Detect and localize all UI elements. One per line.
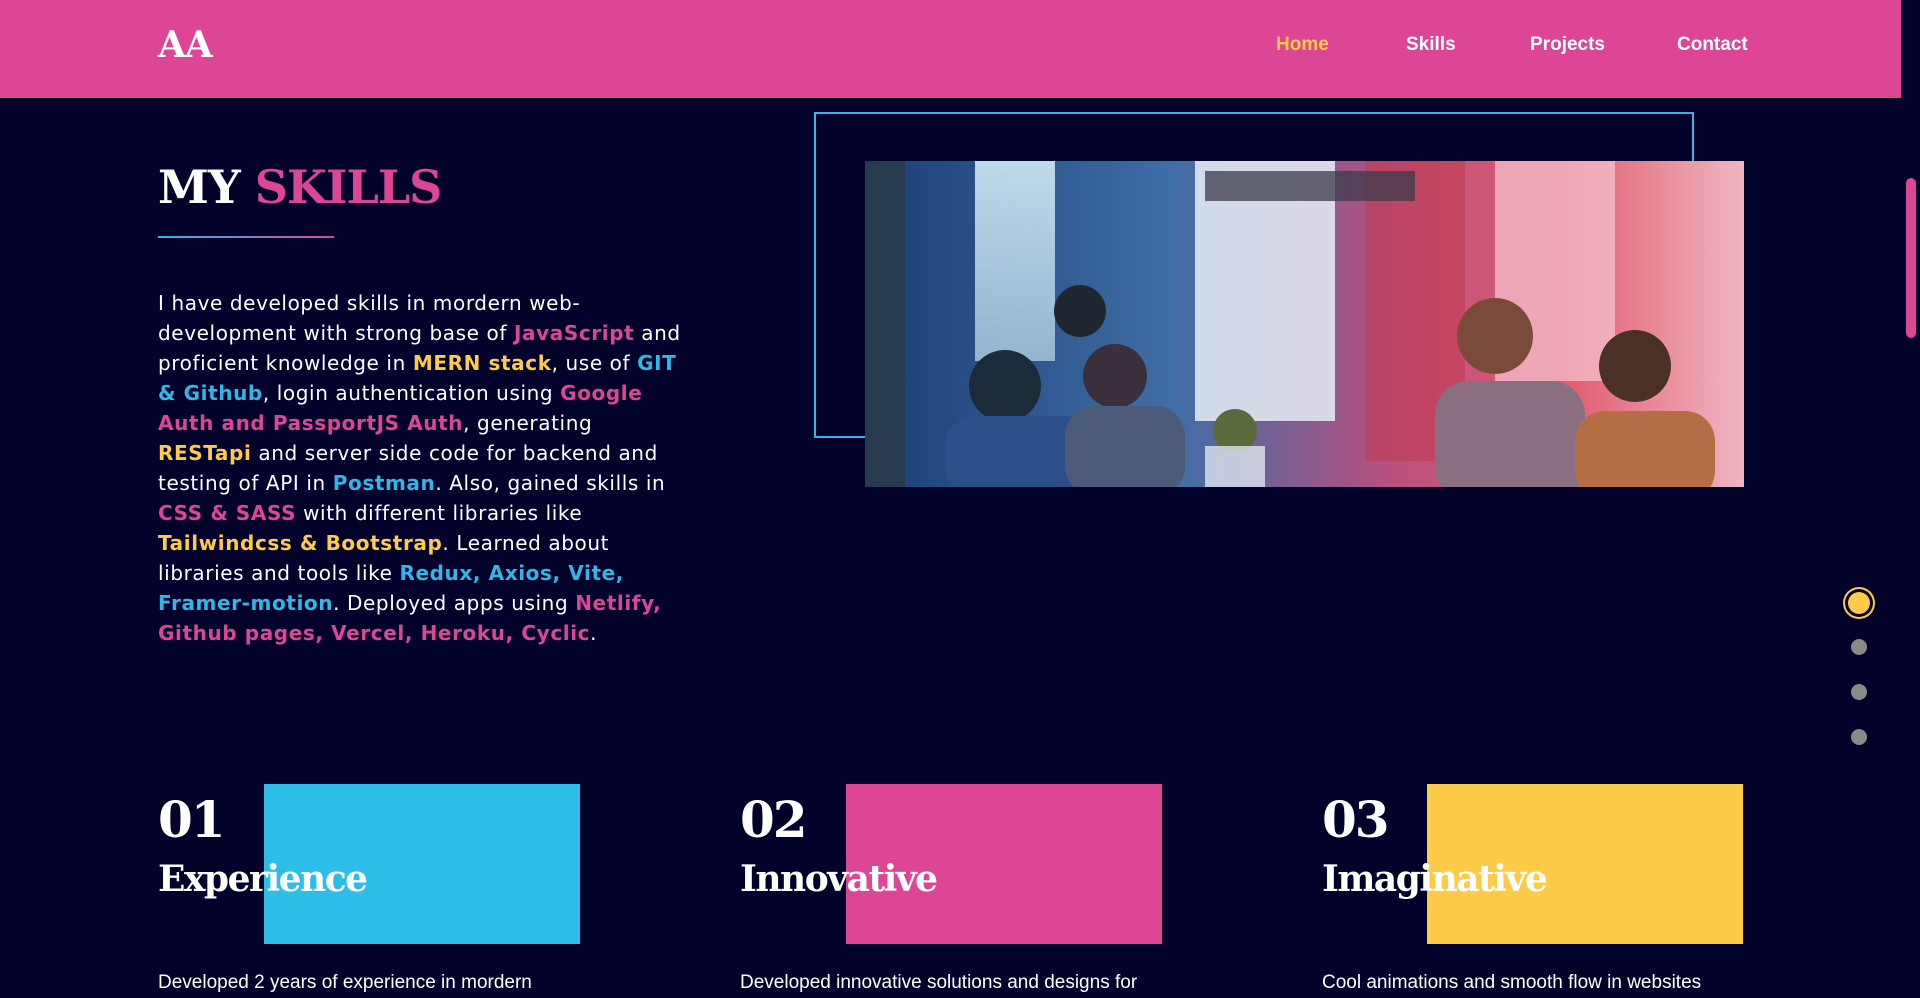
card-2-number: 02 — [740, 790, 808, 849]
card-3-number: 03 — [1322, 790, 1390, 849]
paragraph-text: , generating — [463, 411, 593, 435]
section-dot-3[interactable] — [1851, 684, 1867, 700]
card-3-description: Cool animations and smooth flow in websi… — [1322, 972, 1702, 993]
card-1-number: 01 — [158, 790, 226, 849]
skills-paragraph: I have developed skills in mordern web-d… — [158, 288, 688, 648]
nav-home-link[interactable]: Home — [1276, 34, 1329, 56]
skills-heading-white: MY — [158, 160, 241, 214]
highlighted-skill: Postman — [332, 471, 436, 495]
highlighted-skill: RESTapi — [158, 441, 252, 465]
vertical-scrollbar[interactable] — [1901, 0, 1920, 998]
card-2-title: Innovative — [740, 858, 938, 900]
card-2-description: Developed innovative solutions and desig… — [740, 972, 1138, 993]
top-navbar: AA Home Skills Projects Contact — [0, 0, 1901, 98]
paragraph-text: . — [590, 621, 598, 645]
section-dot-1[interactable] — [1848, 592, 1870, 614]
scrollbar-thumb[interactable] — [1906, 178, 1916, 338]
highlighted-skill: Tailwindcss & Bootstrap — [158, 531, 443, 555]
team-photo-illustration — [865, 161, 1744, 487]
section-dot-2[interactable] — [1851, 639, 1867, 655]
section-dot-4[interactable] — [1851, 729, 1867, 745]
card-1-description: Developed 2 years of experience in morde… — [158, 972, 532, 993]
card-3-title: Imaginative — [1322, 858, 1548, 900]
paragraph-text: , use of — [551, 351, 638, 375]
card-1-title: Experience — [158, 858, 368, 900]
highlighted-skill: JavaScript — [513, 321, 635, 345]
highlighted-skill: MERN stack — [412, 351, 552, 375]
paragraph-text: with different libraries like — [296, 501, 583, 525]
paragraph-text: . Deployed apps using — [333, 591, 576, 615]
heading-underline — [158, 236, 334, 238]
nav-contact-link[interactable]: Contact — [1677, 34, 1748, 56]
paragraph-text: , login authentication using — [262, 381, 561, 405]
site-logo[interactable]: AA — [158, 24, 213, 66]
paragraph-text: . Also, gained skills in — [435, 471, 666, 495]
page: AA Home Skills Projects Contact MY SKILL… — [0, 0, 1901, 998]
team-photo — [865, 161, 1744, 487]
nav-projects-link[interactable]: Projects — [1530, 34, 1605, 56]
highlighted-skill: CSS & SASS — [158, 501, 297, 525]
skills-heading: MY SKILLS — [158, 160, 443, 214]
skills-heading-pink: SKILLS — [254, 160, 443, 214]
nav-skills-link[interactable]: Skills — [1406, 34, 1456, 56]
